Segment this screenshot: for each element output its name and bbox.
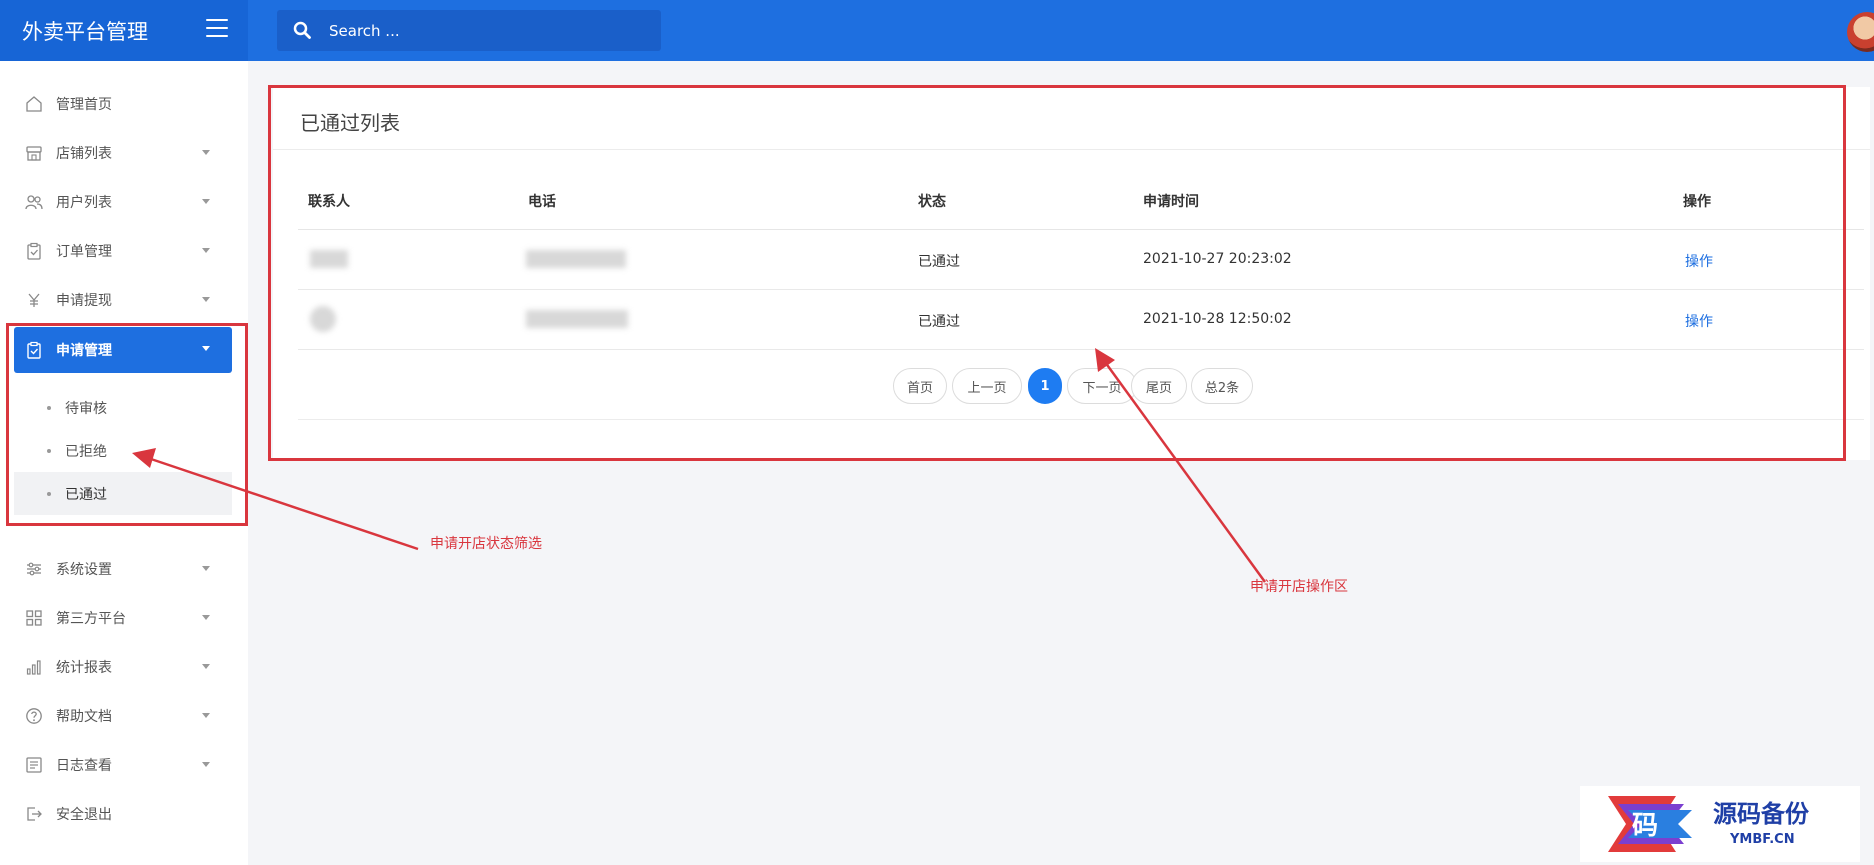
annotation-filter-note: 申请开店状态筛选 [430,536,542,552]
watermark-logo-icon: 码 [1608,796,1692,852]
watermark-glyph: 码 [1632,811,1658,841]
watermark: 码 源码备份 YMBF.CN [1580,786,1860,862]
watermark-text: 源码备份 [1713,799,1809,828]
annotation-arrows [132,348,1267,583]
annotation-action-note: 申请开店操作区 [1250,579,1348,595]
watermark-url: YMBF.CN [1730,832,1795,847]
